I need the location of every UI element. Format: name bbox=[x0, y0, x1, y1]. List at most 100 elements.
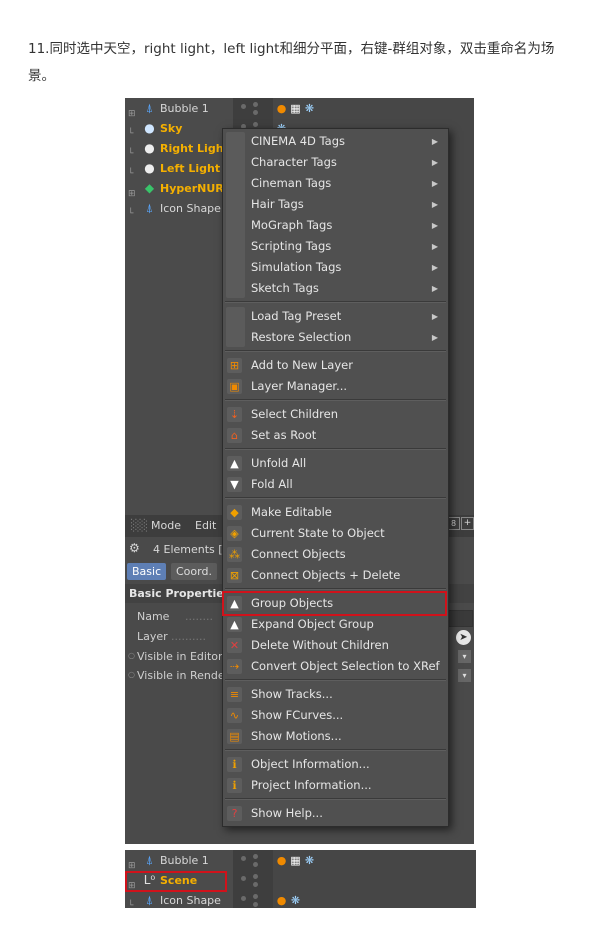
current-state-icon: ◈ bbox=[227, 526, 242, 541]
menu-item-label: Show FCurves... bbox=[251, 708, 344, 722]
menu-item-object-information[interactable]: ℹ Object Information... bbox=[223, 754, 448, 775]
menu-item-unfold-all[interactable]: ▲ Unfold All bbox=[223, 453, 448, 474]
hypernurbs-icon: ◆ bbox=[144, 181, 155, 195]
menu-item-connect-objects[interactable]: ⁂ Connect Objects bbox=[223, 544, 448, 565]
tree-row[interactable]: ⊞ ⍋ Bubble 1 bbox=[125, 851, 233, 872]
menu-item-make-editable[interactable]: ◆ Make Editable bbox=[223, 502, 448, 523]
menu-item-select-children[interactable]: ⇣ Select Children bbox=[223, 404, 448, 425]
tree-row[interactable]: └ ● Sky bbox=[125, 119, 233, 140]
dropdown-icon[interactable]: ▾ bbox=[458, 650, 471, 663]
tree-row[interactable]: └ ⍋ Icon Shape bbox=[125, 891, 233, 909]
checker-tag-icon[interactable]: ▦ bbox=[289, 854, 302, 867]
xref-icon: ⇢ bbox=[227, 659, 242, 674]
add-layer-icon: ⊞ bbox=[227, 358, 242, 373]
edit-menu[interactable]: Edit bbox=[195, 519, 216, 532]
menu-item-label: Show Help... bbox=[251, 806, 323, 820]
delete-icon: ✕ bbox=[227, 638, 242, 653]
menu-item-expand-object-group[interactable]: ▲ Expand Object Group bbox=[223, 614, 448, 635]
texture-tag-icon[interactable]: ● bbox=[275, 894, 288, 907]
submenu-arrow-icon: ▶ bbox=[431, 137, 438, 146]
menu-item-label: Set as Root bbox=[251, 428, 317, 442]
select-children-icon: ⇣ bbox=[227, 407, 242, 422]
visibility-dot-icon[interactable] bbox=[253, 882, 258, 887]
light-bulb-icon: ● bbox=[144, 161, 155, 175]
motions-icon: ▤ bbox=[227, 729, 242, 744]
menu-item-project-information[interactable]: ℹ Project Information... bbox=[223, 775, 448, 796]
menu-item-scripting-tags[interactable]: Scripting Tags ▶ bbox=[223, 236, 448, 257]
menu-item-connect-objects-delete[interactable]: ⊠ Connect Objects + Delete bbox=[223, 565, 448, 586]
visibility-dot-icon[interactable] bbox=[241, 896, 246, 901]
texture-tag-icon[interactable]: ● bbox=[275, 102, 288, 115]
tree-row[interactable]: ⊞ ⍋ Bubble 1 bbox=[125, 99, 233, 120]
texture-tag-icon[interactable]: ● bbox=[275, 854, 288, 867]
menu-item-hair-tags[interactable]: Hair Tags ▶ bbox=[223, 194, 448, 215]
menu-item-fold-all[interactable]: ▼ Fold All bbox=[223, 474, 448, 495]
pick-icon[interactable]: ➤ bbox=[456, 630, 471, 645]
expand-group-icon: ▲ bbox=[227, 617, 242, 632]
material-tag-icon[interactable]: ❋ bbox=[289, 894, 302, 907]
menu-item-label: Show Tracks... bbox=[251, 687, 333, 701]
visibility-dots[interactable] bbox=[233, 871, 263, 891]
menu-item-mograph-tags[interactable]: MoGraph Tags ▶ bbox=[223, 215, 448, 236]
add-icon[interactable]: + bbox=[461, 517, 474, 530]
visibility-dot-icon[interactable] bbox=[253, 854, 258, 859]
visibility-dot-icon[interactable] bbox=[241, 876, 246, 881]
visibility-dots[interactable] bbox=[233, 99, 263, 119]
tree-row[interactable]: └ ⍋ Icon Shape bbox=[125, 199, 233, 220]
make-editable-icon: ◆ bbox=[227, 505, 242, 520]
menu-item-group-objects[interactable]: ▲ Group Objects bbox=[222, 591, 448, 616]
checker-tag-icon[interactable]: ▦ bbox=[289, 102, 302, 115]
visibility-dot-icon[interactable] bbox=[241, 856, 246, 861]
submenu-arrow-icon: ▶ bbox=[431, 200, 438, 209]
prop-dots: ........ bbox=[185, 610, 213, 623]
mode-menu[interactable]: Mode bbox=[151, 519, 181, 532]
material-tag-icon[interactable]: ❋ bbox=[303, 102, 316, 115]
menu-item-current-state-to-object[interactable]: ◈ Current State to Object bbox=[223, 523, 448, 544]
visibility-dots[interactable] bbox=[233, 891, 263, 908]
menu-item-show-motions[interactable]: ▤ Show Motions... bbox=[223, 726, 448, 747]
menu-item-delete-without-children[interactable]: ✕ Delete Without Children bbox=[223, 635, 448, 656]
tab-basic[interactable]: Basic bbox=[127, 563, 167, 580]
menu-item-show-help[interactable]: ? Show Help... bbox=[223, 803, 448, 824]
menu-item-cineman-tags[interactable]: Cineman Tags ▶ bbox=[223, 173, 448, 194]
visibility-dot-icon[interactable] bbox=[253, 894, 258, 899]
menu-item-show-tracks[interactable]: ≡ Show Tracks... bbox=[223, 684, 448, 705]
sky-sphere-icon: ● bbox=[144, 121, 155, 135]
menu-item-simulation-tags[interactable]: Simulation Tags ▶ bbox=[223, 257, 448, 278]
visibility-dots[interactable] bbox=[233, 851, 263, 871]
tab-coord[interactable]: Coord. bbox=[171, 563, 217, 580]
tree-row[interactable]: ⊞ ◆ HyperNURBS bbox=[125, 179, 240, 200]
menu-item-convert-object-selection-to-xref[interactable]: ⇢ Convert Object Selection to XRef bbox=[223, 656, 448, 677]
object-label: Icon Shape bbox=[160, 202, 221, 215]
material-tag-icon[interactable]: ❋ bbox=[303, 854, 316, 867]
menu-item-restore-selection[interactable]: Restore Selection ▶ bbox=[223, 327, 448, 348]
menu-item-load-tag-preset[interactable]: Load Tag Preset ▶ bbox=[223, 306, 448, 327]
menu-separator bbox=[225, 448, 446, 450]
instruction-text: 11.同时选中天空，right light，left light和细分平面，右键… bbox=[28, 41, 555, 84]
tree-row[interactable]: └ ● Right Light bbox=[125, 139, 233, 160]
dropdown-icon[interactable]: ▾ bbox=[458, 669, 471, 682]
visibility-dot-icon[interactable] bbox=[253, 862, 258, 867]
menu-item-set-as-root[interactable]: ⌂ Set as Root bbox=[223, 425, 448, 446]
visibility-dot-icon[interactable] bbox=[253, 102, 258, 107]
unfold-icon: ▲ bbox=[227, 456, 242, 471]
visibility-dot-icon[interactable] bbox=[253, 902, 258, 907]
section-title: Basic Properties bbox=[129, 587, 231, 600]
menu-separator bbox=[225, 497, 446, 499]
menu-item-sketch-tags[interactable]: Sketch Tags ▶ bbox=[223, 278, 448, 299]
fcurves-icon: ∿ bbox=[227, 708, 242, 723]
menu-item-cinema-4d-tags[interactable]: CINEMA 4D Tags ▶ bbox=[223, 131, 448, 152]
tree-row[interactable]: └ ● Left Light bbox=[125, 159, 233, 180]
menu-item-label: CINEMA 4D Tags bbox=[251, 134, 346, 148]
name-field[interactable] bbox=[447, 610, 473, 627]
menu-item-character-tags[interactable]: Character Tags ▶ bbox=[223, 152, 448, 173]
menu-item-show-fcurves[interactable]: ∿ Show FCurves... bbox=[223, 705, 448, 726]
visibility-dot-icon[interactable] bbox=[253, 122, 258, 127]
menu-item-layer-manager[interactable]: ▣ Layer Manager... bbox=[223, 376, 448, 397]
prop-dots: .......... bbox=[171, 630, 206, 643]
submenu-arrow-icon: ▶ bbox=[431, 179, 438, 188]
menu-item-add-to-new-layer[interactable]: ⊞ Add to New Layer bbox=[223, 355, 448, 376]
visibility-dot-icon[interactable] bbox=[241, 104, 246, 109]
visibility-dot-icon[interactable] bbox=[253, 110, 258, 115]
visibility-dot-icon[interactable] bbox=[253, 874, 258, 879]
